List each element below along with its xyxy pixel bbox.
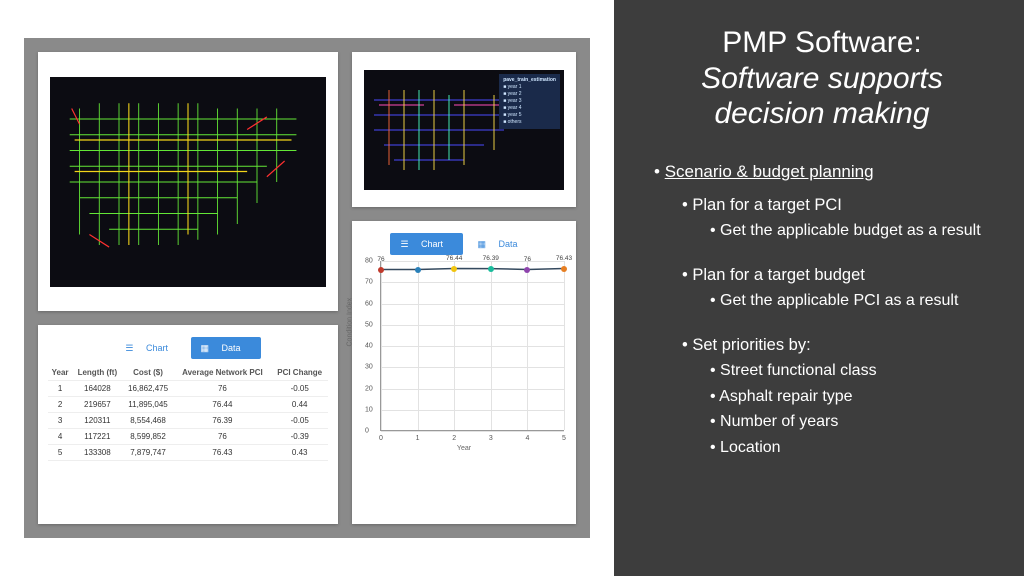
- table-row: 31203118,554,46876.39-0.05: [48, 413, 328, 429]
- slide-title-line2: Software supports decision making: [654, 62, 990, 131]
- line-chart-card: ☰ Chart ▦ Data Condition Index 010203040…: [352, 221, 576, 524]
- table-row: 51333087,879,74776.430.43: [48, 445, 328, 461]
- bullet-l3: Number of years: [710, 411, 990, 433]
- col-header: Average Network PCI: [174, 365, 272, 381]
- slide-title-line1: PMP Software:: [654, 26, 990, 60]
- map-legend: pave_train_estimation year 1 year 2 year…: [499, 74, 560, 129]
- legend-item: others: [503, 119, 556, 126]
- view-toggle: ☰ Chart ▦ Data: [362, 233, 566, 255]
- bullet-l3: Asphalt repair type: [710, 386, 990, 408]
- collage-frame: pave_train_estimation year 1 year 2 year…: [24, 38, 590, 538]
- table-row: 41172218,599,85276-0.39: [48, 429, 328, 445]
- results-table: YearLength (ft)Cost ($)Average Network P…: [48, 365, 328, 461]
- legend-item: year 3: [503, 98, 556, 105]
- col-header: Year: [48, 365, 72, 381]
- line-chart-plot: 010203040506070800123457676.4476.397676.…: [380, 261, 564, 431]
- table-row: 116402816,862,47576-0.05: [48, 381, 328, 397]
- y-axis-label: Condition Index: [347, 297, 354, 346]
- bullet-l2: Set priorities by: Street functional cla…: [682, 334, 990, 459]
- col-header: Cost ($): [123, 365, 174, 381]
- toggle-chart-button[interactable]: ☰ Chart: [115, 337, 188, 359]
- bullet-l2: Plan for a target PCI Get the applicable…: [682, 194, 990, 242]
- bullet-l3: Street functional class: [710, 360, 990, 382]
- toggle-data-button[interactable]: ▦ Data: [468, 233, 538, 255]
- bullet-l3: Get the applicable PCI as a result: [710, 290, 990, 312]
- network-map-green: [38, 52, 338, 311]
- street-network-svg: [50, 77, 326, 287]
- x-axis-label: Year: [362, 445, 566, 452]
- legend-item: year 4: [503, 105, 556, 112]
- legend-item: year 5: [503, 112, 556, 119]
- bullet-l3: Get the applicable budget as a result: [710, 220, 990, 242]
- text-panel: PMP Software: Software supports decision…: [614, 0, 1024, 576]
- table-row: 221965711,895,04576.440.44: [48, 397, 328, 413]
- toggle-chart-button[interactable]: ☰ Chart: [390, 233, 463, 255]
- bullet-l1: Scenario & budget planning Plan for a ta…: [654, 161, 990, 458]
- toggle-data-button[interactable]: ▦ Data: [191, 337, 261, 359]
- bullets: Scenario & budget planning Plan for a ta…: [654, 161, 990, 458]
- legend-item: year 2: [503, 91, 556, 98]
- bullet-l2: Plan for a target budget Get the applica…: [682, 264, 990, 312]
- map-canvas-1: [50, 77, 326, 287]
- col-header: Length (ft): [72, 365, 122, 381]
- network-map-scenario: pave_train_estimation year 1 year 2 year…: [352, 52, 576, 207]
- left-collage-column: pave_train_estimation year 1 year 2 year…: [0, 0, 614, 576]
- map-canvas-2: pave_train_estimation year 1 year 2 year…: [364, 70, 564, 190]
- legend-title: pave_train_estimation: [503, 77, 556, 83]
- bullet-l3: Location: [710, 437, 990, 459]
- legend-item: year 1: [503, 84, 556, 91]
- view-toggle: ☰ Chart ▦ Data: [48, 337, 328, 359]
- data-table-card: ☰ Chart ▦ Data YearLength (ft)Cost ($)Av…: [38, 325, 338, 524]
- col-header: PCI Change: [271, 365, 328, 381]
